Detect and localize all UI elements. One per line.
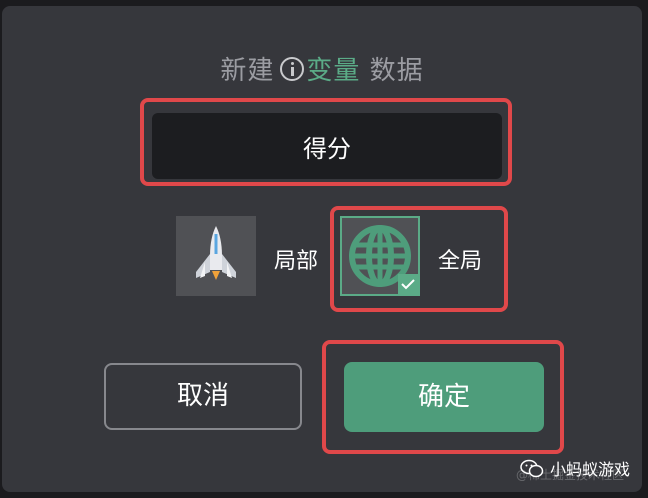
scope-local-option[interactable] (176, 216, 256, 296)
variable-name-input[interactable] (152, 113, 502, 179)
wechat-icon (520, 459, 544, 478)
title-prefix: 新建 (220, 56, 275, 86)
scope-global-option[interactable] (340, 216, 420, 296)
watermark-text: 小蚂蚁游戏 (549, 460, 630, 479)
rocket-ship-icon (196, 226, 236, 280)
watermark: 小蚂蚁游戏 (520, 456, 630, 480)
checkmark-icon (398, 274, 418, 294)
confirm-button[interactable]: 确定 (344, 362, 544, 432)
title-accent: 变量 (306, 56, 361, 86)
cancel-button[interactable]: 取消 (104, 363, 302, 430)
screen: 新建 变量 数据 局部 (0, 0, 648, 498)
scope-local-label: 局部 (274, 249, 319, 274)
scope-global-label: 全局 (438, 249, 483, 274)
title-suffix: 数据 (369, 56, 424, 86)
dialog-title: 新建 变量 数据 (2, 50, 642, 87)
info-icon[interactable] (280, 57, 305, 81)
new-variable-dialog: 新建 变量 数据 局部 (2, 6, 642, 492)
